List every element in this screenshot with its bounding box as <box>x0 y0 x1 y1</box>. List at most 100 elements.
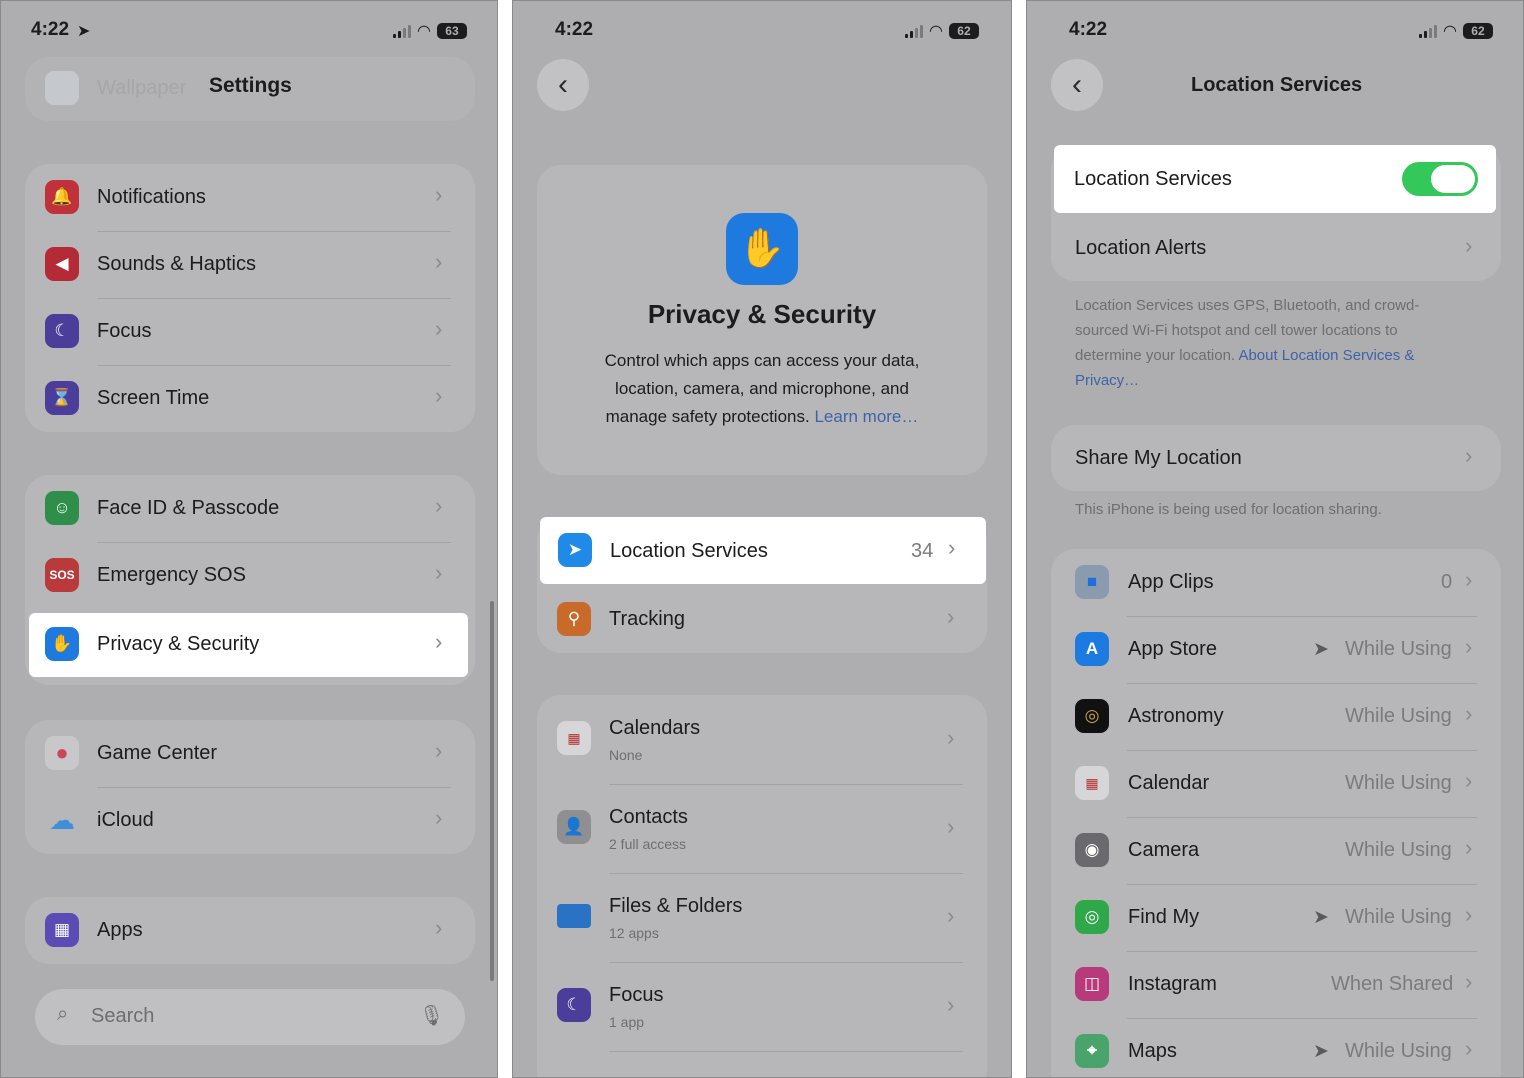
app-label: Calendar <box>1128 772 1210 794</box>
permission-item-focus[interactable]: ☾ Focus 1 app › <box>537 962 987 1051</box>
permission-sub: 2 full access <box>609 836 687 852</box>
location-services-screen: 4:22 ◠ 62 ‹ Location Services Location S… <box>1026 0 1524 1078</box>
cellular-signal-icon <box>393 24 411 38</box>
settings-item-label: Emergency SOS <box>97 564 246 586</box>
chevron-right-icon: › <box>947 992 955 1017</box>
settings-item-label: Screen Time <box>97 387 210 409</box>
chevron-right-icon: › <box>1465 768 1473 793</box>
app-label: Instagram <box>1128 973 1217 995</box>
app-item-instagram[interactable]: ◫ Instagram When Shared › <box>1051 951 1501 1018</box>
about-location-link-cont[interactable]: Privacy… <box>1075 368 1475 393</box>
app-item-app-clips[interactable]: ■ App Clips 0 › <box>1051 549 1501 616</box>
app-label: Maps <box>1128 1040 1177 1062</box>
sos-icon: SOS <box>45 558 79 592</box>
tracking-row[interactable]: ⚲ Tracking › <box>537 586 987 653</box>
hourglass-icon: ⌛ <box>45 381 79 415</box>
permission-label: Calendars <box>609 717 701 739</box>
permission-item-files[interactable]: Files & Folders 12 apps › <box>537 873 987 962</box>
settings-item-label: Apps <box>97 919 143 941</box>
moon-icon: ☾ <box>45 314 79 348</box>
settings-item-label: Sounds & Haptics <box>97 253 256 275</box>
privacy-security-screen: 4:22 ◠ 62 ‹ ✋ Privacy & Security Control… <box>512 0 1012 1078</box>
scrollbar[interactable] <box>490 601 494 981</box>
cloud-icon: ☁ <box>49 804 75 835</box>
back-label[interactable]: Wallpaper <box>97 77 186 100</box>
status-icons: ◠ 63 <box>393 21 467 41</box>
location-arrow-icon: ➤ <box>77 23 91 40</box>
chevron-right-icon: › <box>1465 701 1473 726</box>
search-input[interactable]: Search <box>91 1005 154 1028</box>
bell-icon: 🔔 <box>45 180 79 214</box>
app-location-value: While Using <box>1345 772 1452 794</box>
battery-icon: 62 <box>1462 23 1493 39</box>
location-alerts-row[interactable]: Location Alerts › <box>1051 215 1501 281</box>
back-button[interactable]: ‹ <box>1051 59 1103 111</box>
settings-item-privacy-security[interactable]: ✋ Privacy & Security › <box>29 613 468 677</box>
search-bar[interactable]: ⌕ Search 🎙 <box>35 989 465 1045</box>
chevron-left-icon: ‹ <box>1072 68 1082 101</box>
find-my-icon: ◎ <box>1075 900 1109 934</box>
app-location-value: While Using <box>1345 1040 1452 1062</box>
chevron-right-icon: › <box>1465 835 1473 860</box>
chevron-right-icon: › <box>435 915 443 940</box>
chevron-right-icon: › <box>1465 969 1473 994</box>
chevron-right-icon: › <box>1465 902 1473 927</box>
battery-icon: 63 <box>436 23 467 39</box>
chevron-right-icon: › <box>435 629 443 654</box>
settings-item-label: Face ID & Passcode <box>97 497 280 519</box>
app-location-value: When Shared <box>1331 973 1454 995</box>
game-center-icon: ● <box>45 736 79 770</box>
settings-item-game-center[interactable]: ● Game Center › <box>25 720 475 787</box>
location-arrow-icon: ➤ <box>558 533 592 567</box>
share-my-location-label: Share My Location <box>1075 447 1242 469</box>
chevron-right-icon: › <box>435 182 443 207</box>
chevron-right-icon: › <box>435 316 443 341</box>
app-item-find-my[interactable]: ◎ Find My ➤ While Using › <box>1051 884 1501 951</box>
chevron-left-icon: ‹ <box>558 68 568 101</box>
cellular-signal-icon <box>905 24 923 38</box>
chevron-right-icon: › <box>435 805 443 830</box>
chevron-right-icon: › <box>947 814 955 839</box>
settings-item-sounds[interactable]: ◀ Sounds & Haptics › <box>25 231 475 298</box>
app-label: Find My <box>1128 906 1200 928</box>
settings-item-screen-time[interactable]: ⌛ Screen Time › <box>25 365 475 432</box>
calendar-icon: ▦ <box>1075 766 1109 800</box>
folder-icon <box>557 904 591 928</box>
battery-icon: 62 <box>948 23 979 39</box>
wifi-icon: ◠ <box>929 23 943 40</box>
settings-item-emergency-sos[interactable]: SOS Emergency SOS › <box>25 542 475 609</box>
app-item-app-store[interactable]: A App Store ➤ While Using › <box>1051 616 1501 683</box>
permission-item-contacts[interactable]: 👤 Contacts 2 full access › <box>537 784 987 873</box>
tracking-label: Tracking <box>609 608 685 630</box>
app-item-calendar[interactable]: ▦ Calendar While Using › <box>1051 750 1501 817</box>
about-location-link[interactable]: About Location Services & <box>1238 347 1414 364</box>
app-item-camera[interactable]: ◉ Camera While Using › <box>1051 817 1501 884</box>
location-arrow-icon: ➤ <box>1313 639 1329 660</box>
app-label: App Clips <box>1128 571 1214 593</box>
location-services-row[interactable]: ➤ Location Services 34 › <box>540 517 986 584</box>
astronomy-icon: ◎ <box>1075 699 1109 733</box>
chevron-right-icon: › <box>435 560 443 585</box>
location-services-toggle-row[interactable]: Location Services <box>1054 145 1496 213</box>
cellular-signal-icon <box>1419 24 1437 38</box>
settings-item-face-id[interactable]: ☺ Face ID & Passcode › <box>25 475 475 542</box>
back-button[interactable]: ‹ <box>537 59 589 111</box>
share-my-location-row[interactable]: Share My Location › <box>1051 425 1501 491</box>
app-location-value: While Using <box>1345 839 1452 861</box>
app-location-value: While Using <box>1345 705 1452 727</box>
microphone-icon[interactable]: 🎙 <box>419 1003 444 1028</box>
settings-item-focus[interactable]: ☾ Focus › <box>25 298 475 365</box>
app-location-value: While Using <box>1345 638 1452 660</box>
permission-item-calendars[interactable]: ▦ Calendars None › <box>537 695 987 784</box>
privacy-description: Control which apps can access your data,… <box>604 351 920 426</box>
settings-item-label: iCloud <box>97 809 154 831</box>
learn-more-link[interactable]: Learn more… <box>814 407 918 426</box>
app-item-maps[interactable]: ⌖ Maps ➤ While Using › <box>1051 1018 1501 1077</box>
location-footnote: Location Services uses GPS, Bluetooth, a… <box>1075 293 1475 393</box>
location-services-toggle[interactable] <box>1402 162 1478 196</box>
privacy-title: Privacy & Security <box>647 299 877 329</box>
settings-item-apps[interactable]: ▦ Apps › <box>25 897 475 964</box>
app-item-astronomy[interactable]: ◎ Astronomy While Using › <box>1051 683 1501 750</box>
settings-item-icloud[interactable]: ☁ iCloud › <box>25 787 475 854</box>
settings-item-notifications[interactable]: 🔔 Notifications › <box>25 164 475 231</box>
